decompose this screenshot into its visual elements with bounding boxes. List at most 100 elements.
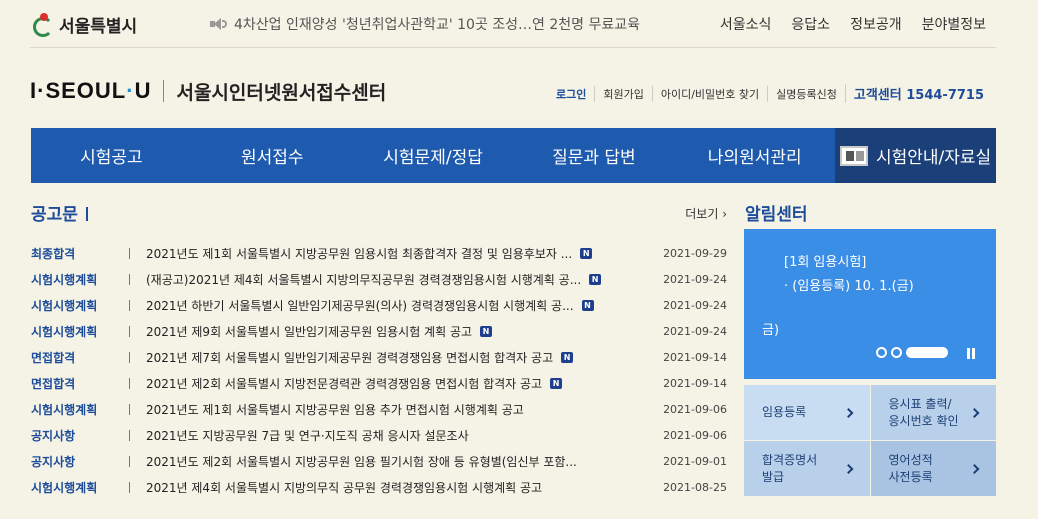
notice-separator [129,273,130,285]
notice-separator [129,455,130,467]
chevron-right-icon [969,407,980,418]
ticker-text[interactable]: 4차산업 인재양성 '청년취업사관학교' 10곳 조성…연 2천명 무료교육 [234,14,640,34]
notice-date: 2021-09-29 [663,246,727,260]
slide-dot-1[interactable] [876,347,887,358]
alert-line-2: · (임용등록) 10. 1.(금) [784,279,914,294]
notice-title-link[interactable]: 2021년 제2회 서울특별시 지방전문경력관 경력경쟁임용 면접시험 합격자 … [146,375,626,392]
top-link-info-open[interactable]: 정보공개 [850,14,902,34]
notice-separator [129,377,130,389]
notice-date: 2021-08-25 [663,480,727,494]
notice-category[interactable]: 시험시행계획 [31,297,129,314]
notice-separator [129,481,130,493]
notice-separator [129,299,130,311]
top-link-field-info[interactable]: 분야별정보 [922,14,986,34]
notice-date: 2021-09-14 [663,376,727,390]
nav-exam-answers[interactable]: 시험문제/정답 [353,128,514,183]
chevron-right-icon [843,463,853,474]
notice-title-link[interactable]: (재공고)2021년 제4회 서울특별시 지방의무직공무원 경력경쟁임용시험 시… [146,271,626,288]
notice-header: 공고문 더보기 › [31,200,727,225]
nav-exam-guide[interactable]: 시험안내/자료실 [835,128,996,183]
notice-title-link[interactable]: 2021년도 제1회 서울특별시 지방공무원 임용 추가 면접시험 시행계획 공… [146,401,626,418]
top-strip: 서울특별시 4차산업 인재양성 '청년취업사관학교' 10곳 조성…연 2천명 … [0,0,1038,48]
notice-separator [129,403,130,415]
notice-list: 최종합격 2021년도 제1회 서울특별시 지방공무원 임용시험 최종합격자 결정… [31,240,727,500]
top-link-seoul-news[interactable]: 서울소식 [720,14,772,34]
notice-category[interactable]: 시험시행계획 [31,479,129,496]
more-link[interactable]: 더보기 › [685,205,727,222]
notice-row[interactable]: 시험시행계획 2021년 제4회 서울특별시 지방의무직 공무원 경력경쟁임용시험… [31,474,727,500]
notice-title-link[interactable]: 2021년 하반기 서울특별시 일반임기제공무원(의사) 경력경쟁임용시험 시행… [146,297,626,314]
pause-icon[interactable] [966,348,976,359]
notice-row[interactable]: 최종합격 2021년도 제1회 서울특별시 지방공무원 임용시험 최종합격자 결정… [31,240,727,266]
nav-application[interactable]: 원서접수 [192,128,353,183]
notice-category[interactable]: 면접합격 [31,375,129,392]
notice-row[interactable]: 면접합격 2021년 제7회 서울특별시 일반임기제공무원 경력경쟁임용 면접시험… [31,344,727,370]
notice-separator [129,351,130,363]
realname-link[interactable]: 실명등록신청 [767,85,845,102]
find-account-link[interactable]: 아이디/비밀번호 찾기 [651,85,767,102]
notice-category[interactable]: 최종합격 [31,245,129,262]
notice-row[interactable]: 시험시행계획 (재공고)2021년 제4회 서울특별시 지방의무직공무원 경력경쟁… [31,266,727,292]
login-link[interactable]: 로그인 [548,86,594,102]
quick-menu: 임용등록 응시표 출력/ 응시번호 확인 합격증명서 발급 영어성적 사전등록 [744,385,996,496]
speaker-icon [210,17,228,31]
notice-date: 2021-09-24 [663,272,727,286]
slide-dot-active[interactable] [906,347,948,358]
chevron-right-icon [843,407,853,418]
notice-title-link[interactable]: 2021년도 지방공무원 7급 및 연구·지도직 공채 응시자 설문조사 [146,427,626,444]
new-badge: N [480,325,493,337]
new-badge: N [581,299,594,311]
notice-row[interactable]: 면접합격 2021년 제2회 서울특별시 지방전문경력관 경력경쟁임용 면접시험 … [31,370,727,396]
seoul-emblem-icon [30,11,56,37]
notice-separator [129,247,130,259]
quick-english-score[interactable]: 영어성적 사전등록 [870,441,996,496]
notice-row[interactable]: 시험시행계획 2021년 하반기 서울특별시 일반임기제공무원(의사) 경력경쟁임… [31,292,727,318]
top-link-eungdapso[interactable]: 응답소 [791,14,830,34]
notice-title-link[interactable]: 2021년 제7회 서울특별시 일반임기제공무원 경력경쟁임용 면접시험 합격자… [146,349,626,366]
notice-date: 2021-09-24 [663,298,727,312]
notice-row[interactable]: 공지사항 2021년도 지방공무원 7급 및 연구·지도직 공채 응시자 설문조사… [31,422,727,448]
notice-row[interactable]: 공지사항 2021년도 제2회 서울특별시 지방공무원 임용 필기시험 장애 등 … [31,448,727,474]
notice-title-link[interactable]: 2021년도 제1회 서울특별시 지방공무원 임용시험 최종합격자 결정 및 임… [146,245,626,262]
alert-center-title: 알림센터 [745,205,808,225]
notice-category[interactable]: 시험시행계획 [31,401,129,418]
alert-slider[interactable]: [1회 임용시험] · (임용등록) 10. 1.(금) 금) [744,229,996,379]
quick-pass-certificate[interactable]: 합격증명서 발급 [744,441,870,496]
notice-date: 2021-09-06 [663,402,727,416]
top-divider [30,47,996,48]
notice-category[interactable]: 시험시행계획 [31,271,129,288]
notice-separator [129,429,130,441]
quick-admission-ticket[interactable]: 응시표 출력/ 응시번호 확인 [870,385,996,440]
notice-category[interactable]: 공지사항 [31,453,129,470]
brand: I·SEOUL·U 서울시인터넷원서접수센터 [30,76,386,106]
notice-category[interactable]: 시험시행계획 [31,323,129,340]
nav-exam-notice[interactable]: 시험공고 [31,128,192,183]
notice-row[interactable]: 시험시행계획 2021년도 제1회 서울특별시 지방공무원 임용 추가 면접시험 … [31,396,727,422]
notice-title-link[interactable]: 2021년 제9회 서울특별시 일반임기제공무원 임용시험 계획 공고 N [146,323,626,340]
chevron-right-icon [969,463,980,474]
book-icon [839,145,868,166]
notice-title: 공고문 [31,205,88,225]
notice-title-link[interactable]: 2021년도 제2회 서울특별시 지방공무원 임용 필기시험 장애 등 유형별(… [146,453,626,470]
notice-row[interactable]: 시험시행계획 2021년 제9회 서울특별시 일반임기제공무원 임용시험 계획 공… [31,318,727,344]
site-title[interactable]: 서울시인터넷원서접수센터 [176,78,386,105]
notice-date: 2021-09-14 [663,350,727,364]
call-center: 고객센터 1544-7715 [844,84,992,103]
seoul-name: 서울특별시 [59,16,138,37]
utility-links: 로그인 회원가입 아이디/비밀번호 찾기 실명등록신청 고객센터 1544-77… [548,84,992,103]
news-ticker[interactable]: 4차산업 인재양성 '청년취업사관학교' 10곳 조성…연 2천명 무료교육 [210,14,640,34]
join-link[interactable]: 회원가입 [594,85,651,102]
nav-qna[interactable]: 질문과 답변 [513,128,674,183]
notice-separator [129,325,130,337]
nav-my-applications[interactable]: 나의원서관리 [674,128,835,183]
quick-registration[interactable]: 임용등록 [744,385,870,440]
notice-category[interactable]: 공지사항 [31,427,129,444]
notice-category[interactable]: 면접합격 [31,349,129,366]
notice-title-link[interactable]: 2021년 제4회 서울특별시 지방의무직 공무원 경력경쟁임용시험 시행계획 … [146,479,626,496]
slide-dot-2[interactable] [891,347,902,358]
iseoulu-logo[interactable]: I·SEOUL·U [30,78,151,104]
slide-indicators [876,347,948,358]
new-badge: N [580,247,593,259]
notice-date: 2021-09-24 [663,324,727,338]
seoul-logo[interactable]: 서울특별시 [30,10,137,38]
